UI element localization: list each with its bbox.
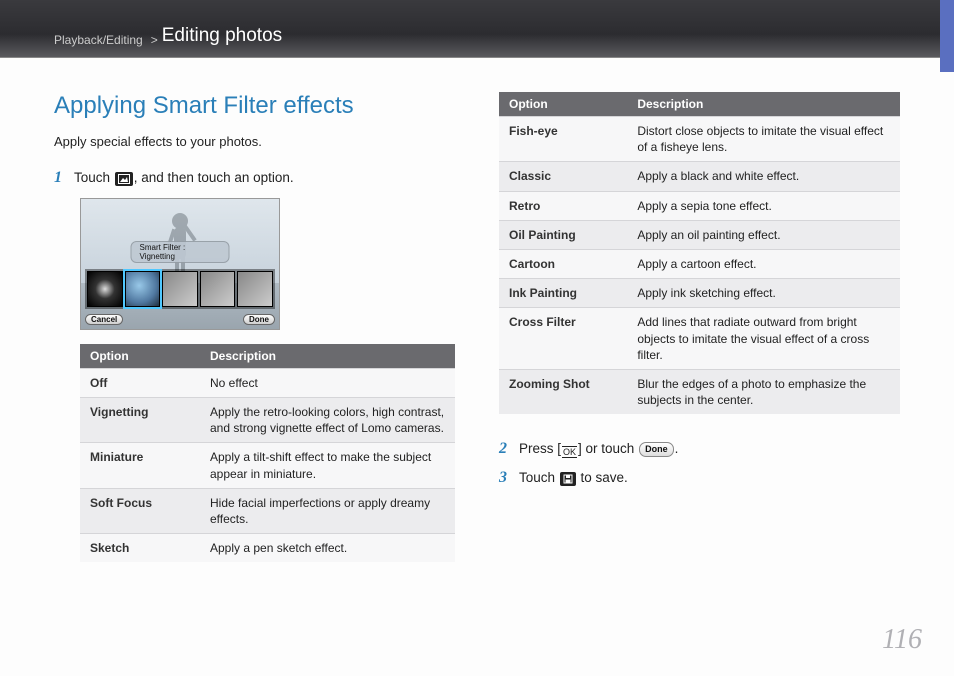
filter-thumb[interactable]: [200, 271, 236, 307]
option-name: Off: [80, 368, 200, 397]
cancel-button[interactable]: Cancel: [85, 314, 123, 325]
table-row: ClassicApply a black and white effect.: [499, 162, 900, 191]
breadcrumb-separator: >: [151, 33, 158, 47]
option-description: Apply a cartoon effect.: [627, 249, 900, 278]
option-name: Retro: [499, 191, 627, 220]
option-name: Classic: [499, 162, 627, 191]
breadcrumb-section: Playback/Editing: [54, 33, 143, 47]
intro-text: Apply special effects to your photos.: [54, 134, 455, 149]
option-name: Miniature: [80, 443, 200, 488]
table-row: RetroApply a sepia tone effect.: [499, 191, 900, 220]
table-row: Fish-eyeDistort close objects to imitate…: [499, 117, 900, 162]
step-3-text-post: to save.: [577, 470, 628, 485]
option-name: Cross Filter: [499, 308, 627, 370]
col-header-description: Description: [200, 344, 455, 369]
breadcrumb-page: Editing photos: [162, 25, 282, 47]
step-2: 2 Press [OK] or touch Done.: [499, 440, 900, 459]
option-description: Blur the edges of a photo to emphasize t…: [627, 369, 900, 414]
option-name: Vignetting: [80, 398, 200, 443]
filter-thumb[interactable]: [162, 271, 198, 307]
table-row: SketchApply a pen sketch effect.: [80, 534, 455, 563]
step-2-text-pre: Press [: [519, 441, 561, 456]
filter-thumb[interactable]: [237, 271, 273, 307]
done-button[interactable]: Done: [243, 314, 275, 325]
breadcrumb-bar: Playback/Editing > Editing photos: [0, 0, 954, 58]
option-description: Hide facial imperfections or apply dream…: [200, 488, 455, 533]
option-description: Distort close objects to imitate the vis…: [627, 117, 900, 162]
thumbnail-strip: [85, 269, 275, 309]
filter-thumb[interactable]: [87, 271, 123, 307]
side-color-tab: [940, 0, 954, 72]
page-number: 116: [882, 624, 922, 656]
table-row: CartoonApply a cartoon effect.: [499, 249, 900, 278]
camera-screenshot: Smart Filter : Vignetting Cancel Done: [80, 198, 280, 330]
ok-button-icon: OK: [562, 446, 577, 458]
option-name: Sketch: [80, 534, 200, 563]
option-description: Apply a pen sketch effect.: [200, 534, 455, 563]
step-1-number: 1: [54, 169, 66, 187]
table-row: Ink PaintingApply ink sketching effect.: [499, 279, 900, 308]
save-icon: [560, 472, 576, 486]
step-1-text-pre: Touch: [74, 170, 114, 185]
options-table-left: Option Description OffNo effectVignettin…: [80, 344, 455, 563]
option-description: No effect: [200, 368, 455, 397]
filter-label-pill: Smart Filter : Vignetting: [131, 241, 230, 263]
option-description: Apply a sepia tone effect.: [627, 191, 900, 220]
option-description: Apply ink sketching effect.: [627, 279, 900, 308]
table-row: Zooming ShotBlur the edges of a photo to…: [499, 369, 900, 414]
table-row: Oil PaintingApply an oil painting effect…: [499, 220, 900, 249]
table-row: Soft FocusHide facial imperfections or a…: [80, 488, 455, 533]
step-2-number: 2: [499, 440, 511, 458]
image-edit-icon: [115, 172, 133, 186]
step-3-number: 3: [499, 469, 511, 487]
option-name: Fish-eye: [499, 117, 627, 162]
done-pill-icon: Done: [639, 442, 674, 457]
option-description: Add lines that radiate outward from brig…: [627, 308, 900, 370]
step-3: 3 Touch to save.: [499, 469, 900, 488]
step-2-text-mid: ] or touch: [578, 441, 638, 456]
option-name: Oil Painting: [499, 220, 627, 249]
table-row: VignettingApply the retro-looking colors…: [80, 398, 455, 443]
option-description: Apply an oil painting effect.: [627, 220, 900, 249]
option-description: Apply a tilt-shift effect to make the su…: [200, 443, 455, 488]
option-name: Ink Painting: [499, 279, 627, 308]
option-description: Apply the retro-looking colors, high con…: [200, 398, 455, 443]
col-header-option: Option: [80, 344, 200, 369]
option-description: Apply a black and white effect.: [627, 162, 900, 191]
filter-thumb-selected[interactable]: [125, 271, 161, 307]
step-1-text-post: , and then touch an option.: [134, 170, 294, 185]
table-row: OffNo effect: [80, 368, 455, 397]
option-name: Cartoon: [499, 249, 627, 278]
step-3-text-pre: Touch: [519, 470, 559, 485]
table-row: Cross FilterAdd lines that radiate outwa…: [499, 308, 900, 370]
options-table-right: Option Description Fish-eyeDistort close…: [499, 92, 900, 414]
page-title: Applying Smart Filter effects: [54, 92, 455, 120]
col-header-option: Option: [499, 92, 627, 117]
option-name: Zooming Shot: [499, 369, 627, 414]
step-2-text-post: .: [675, 441, 679, 456]
col-header-description: Description: [627, 92, 900, 117]
table-row: MiniatureApply a tilt-shift effect to ma…: [80, 443, 455, 488]
option-name: Soft Focus: [80, 488, 200, 533]
step-1: 1 Touch , and then touch an option.: [54, 169, 455, 188]
